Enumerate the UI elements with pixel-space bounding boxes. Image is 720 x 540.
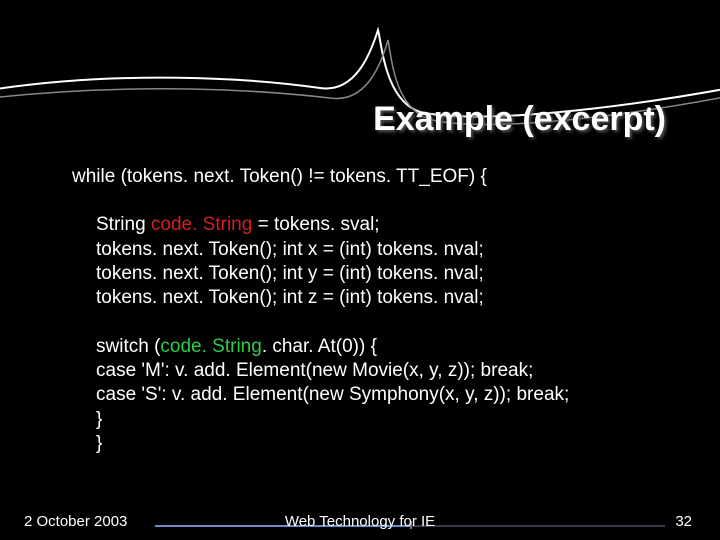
code-line: switch (code. String. char. At(0)) { (72, 335, 666, 359)
footer-page-number: 32 (675, 513, 692, 530)
footer-title: Web Technology for IE (285, 513, 435, 530)
slide-title: Example (excerpt) (373, 100, 666, 139)
code-highlight-green: code. String (160, 336, 261, 357)
code-line: } (72, 408, 666, 432)
code-line: tokens. next. Token(); int z = (int) tok… (72, 286, 666, 310)
footer-date: 2 October 2003 (24, 513, 127, 530)
swoosh-graphic (0, 0, 720, 180)
code-block: while (tokens. next. Token() != tokens. … (72, 165, 666, 456)
code-line: String code. String = tokens. sval; (72, 213, 666, 237)
code-line: tokens. next. Token(); int x = (int) tok… (72, 238, 666, 262)
code-line: while (tokens. next. Token() != tokens. … (72, 165, 666, 189)
footer: 2 October 2003 Web Technology for IE 32 (0, 504, 720, 530)
code-highlight-red: code. String (151, 214, 252, 235)
code-line: case 'S': v. add. Element(new Symphony(x… (72, 383, 666, 407)
code-line: case 'M': v. add. Element(new Movie(x, y… (72, 359, 666, 383)
code-line: tokens. next. Token(); int y = (int) tok… (72, 262, 666, 286)
code-line: } (72, 432, 666, 456)
